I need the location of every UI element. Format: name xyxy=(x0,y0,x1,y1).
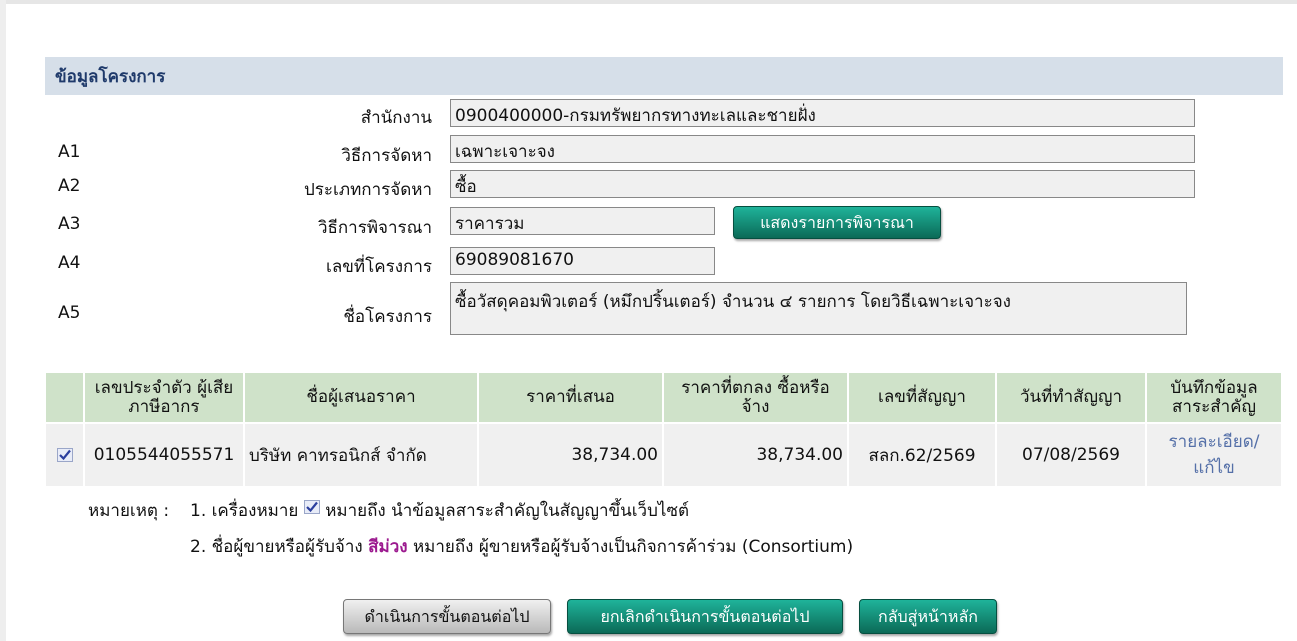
note-prefix: หมายเหตุ : xyxy=(88,501,170,521)
checkmark-icon xyxy=(303,500,320,514)
procurement-method-label: วิธีการจัดหา xyxy=(341,146,432,166)
office-label: สำนักงาน xyxy=(360,108,432,128)
details-edit-link[interactable]: รายละเอียด/ แก้ไข xyxy=(1169,432,1260,478)
project-number-label: เลขที่โครงการ xyxy=(326,257,432,277)
note-2: 2. ชื่อผู้ขายหรือผู้รับจ้าง สีม่วง หมายถ… xyxy=(190,533,853,560)
row-checkbox-cell[interactable] xyxy=(46,423,85,486)
procurement-type-label: ประเภทการจัดหา xyxy=(304,180,432,200)
procurement-method-field: เฉพาะเจาะจง xyxy=(450,135,1195,163)
header-record-summary: บันทึกข้อมูล สาระสำคัญ xyxy=(1146,373,1283,424)
cell-action: รายละเอียด/ แก้ไข xyxy=(1146,423,1283,486)
cell-offer-price: 38,734.00 xyxy=(478,423,664,486)
note-2-start: 2. ชื่อผู้ขายหรือผู้รับจ้าง xyxy=(190,537,363,557)
table-header-row: เลขประจำตัว ผู้เสียภาษีอากร ชื่อผู้เสนอร… xyxy=(46,373,1283,424)
proceed-next-step-button[interactable]: ดำเนินการขั้นตอนต่อไป xyxy=(343,599,551,634)
contract-table: เลขประจำตัว ผู้เสียภาษีอากร ชื่อผู้เสนอร… xyxy=(46,373,1283,486)
header-offer-price: ราคาที่เสนอ xyxy=(478,373,664,424)
note-1-start: 1. เครื่องหมาย xyxy=(190,501,299,521)
evaluation-method-field: ราคารวม xyxy=(450,207,715,235)
show-evaluation-list-button[interactable]: แสดงรายการพิจารณา xyxy=(733,206,941,239)
project-number-field: 69089081670 xyxy=(450,247,715,275)
header-bidder: ชื่อผู้เสนอราคา xyxy=(244,373,479,424)
section-title: ข้อมูลโครงการ xyxy=(45,57,1283,95)
note-1: 1. เครื่องหมาย หมายถึง นำข้อมูลสาระสำคัญ… xyxy=(190,497,689,524)
note-2-end: หมายถึง ผู้ขายหรือผู้รับจ้างเป็นกิจการค้… xyxy=(412,537,854,557)
procurement-type-field: ซื้อ xyxy=(450,170,1195,198)
window-left-border xyxy=(0,0,6,641)
header-tax-id: เลขประจำตัว ผู้เสียภาษีอากร xyxy=(84,373,245,424)
back-to-home-button[interactable]: กลับสู่หน้าหลัก xyxy=(859,599,997,634)
cell-agreed-price: 38,734.00 xyxy=(663,423,849,486)
header-contract-number: เลขที่สัญญา xyxy=(848,373,997,424)
header-agreed-price: ราคาที่ตกลง ซื้อหรือจ้าง xyxy=(663,373,849,424)
cell-tax-id: 0105544055571 xyxy=(84,423,245,486)
project-name-field: ซื้อวัสดุคอมพิวเตอร์ (หมึกปริ้นเตอร์) จำ… xyxy=(450,282,1187,335)
office-field: 0900400000-กรมทรัพยากรทางทะเลและชายฝั่ง xyxy=(450,99,1195,127)
header-checkbox xyxy=(46,373,85,424)
cancel-next-step-button[interactable]: ยกเลิกดำเนินการขั้นตอนต่อไป xyxy=(567,599,843,634)
header-contract-date: วันที่ทำสัญญา xyxy=(996,373,1147,424)
table-row: 0105544055571 บริษัท คาทรอนิกส์ จำกัด 38… xyxy=(46,423,1283,486)
project-name-label: ชื่อโครงการ xyxy=(343,307,432,327)
note-2-purple: สีม่วง xyxy=(368,537,408,557)
checkmark-icon[interactable] xyxy=(56,448,73,462)
cell-bidder: บริษัท คาทรอนิกส์ จำกัด xyxy=(244,423,479,486)
note-1-end: หมายถึง นำข้อมูลสาระสำคัญในสัญญาขึ้นเว็บ… xyxy=(325,501,690,521)
cell-contract-number: สลก.62/2569 xyxy=(848,423,997,486)
window-top-border xyxy=(0,0,1297,4)
evaluation-method-label: วิธีการพิจารณา xyxy=(317,218,432,238)
cell-contract-date: 07/08/2569 xyxy=(996,423,1147,486)
